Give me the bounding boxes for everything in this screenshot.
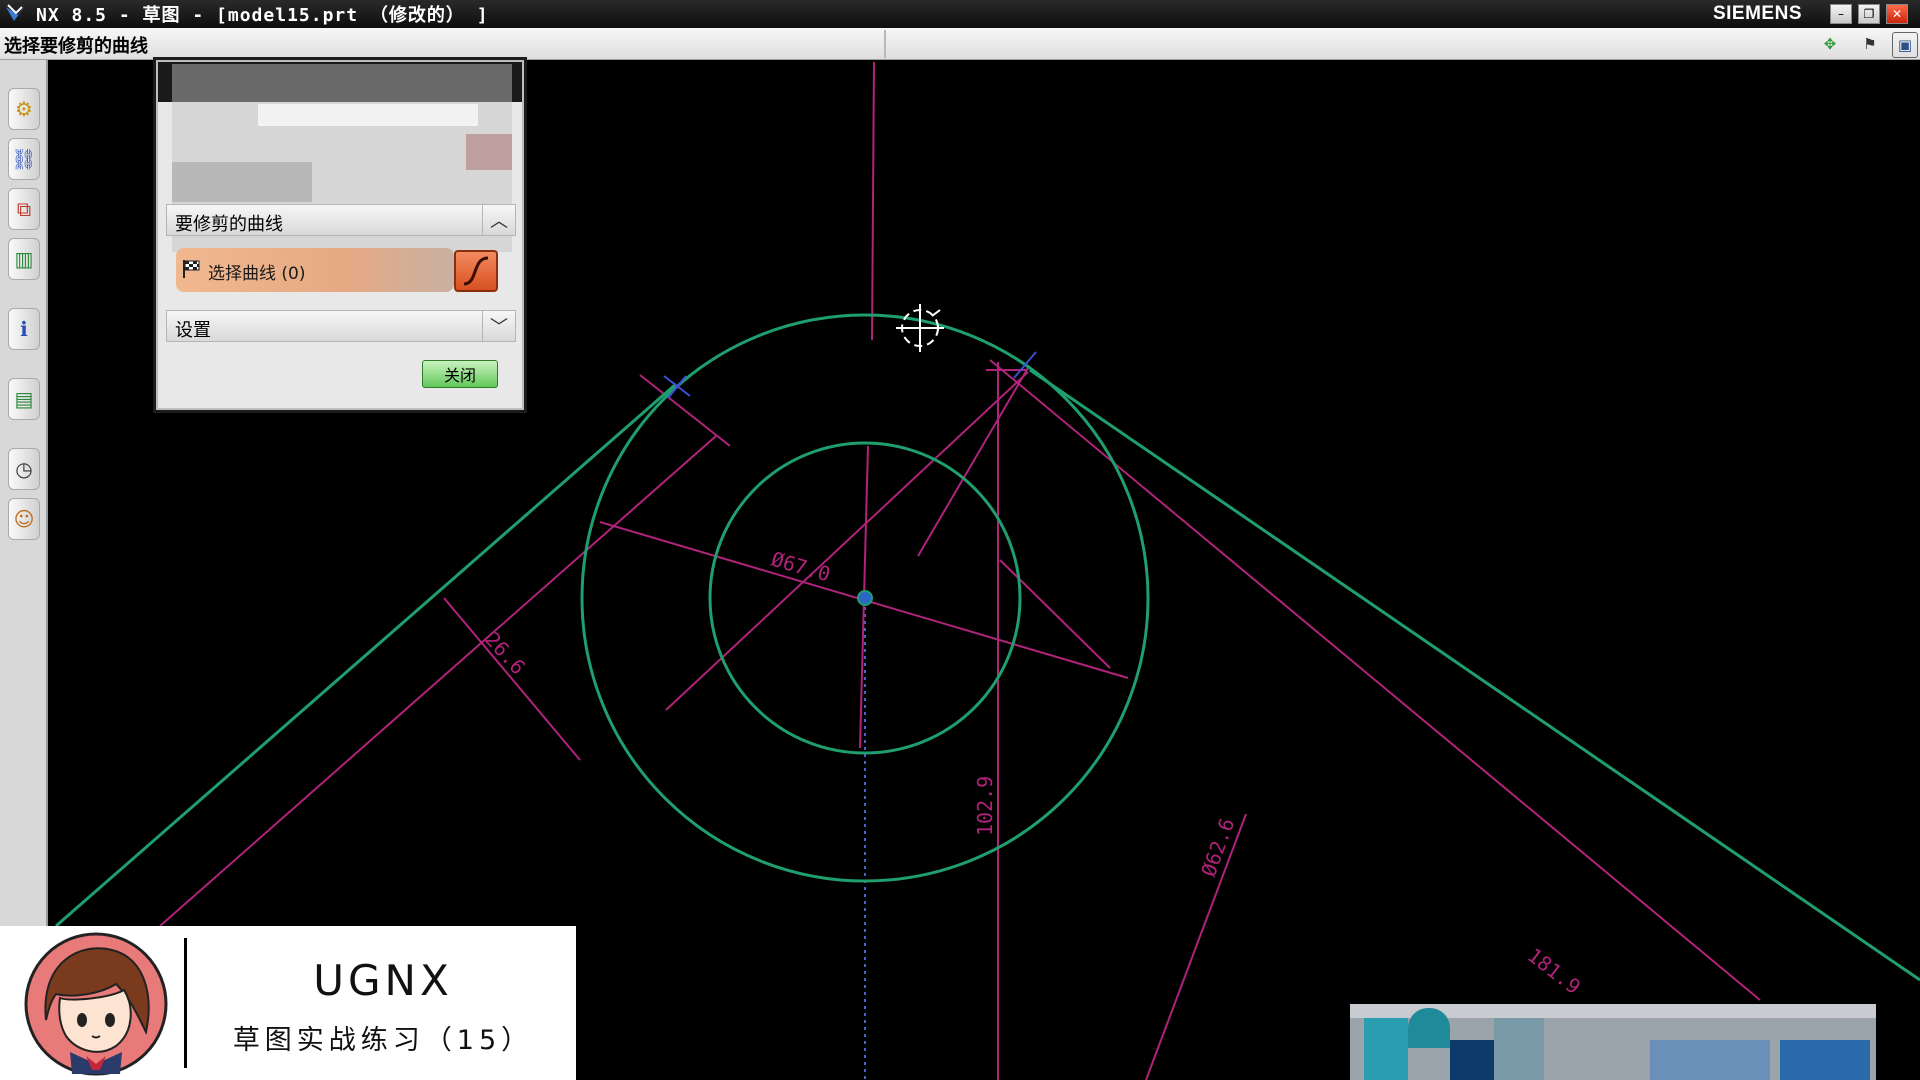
crosshair-cursor-icon <box>896 304 944 352</box>
resource-bar: ⚙ ⛓ ⧉ ▥ ℹ ▤ ◷ ☺ <box>0 60 48 926</box>
title-bar: NX 8.5 - 草图 - [model15.prt （修改的） ] SIEME… <box>0 0 1920 28</box>
constraint-navigator-icon[interactable]: ⛓ <box>8 138 40 180</box>
avatar <box>24 932 168 1076</box>
section-curves-to-trim[interactable]: 要修剪的曲线 ︿ <box>166 204 516 236</box>
blurred-region <box>258 104 478 126</box>
center-point <box>857 590 873 606</box>
roles-icon[interactable]: ☺ <box>8 498 40 540</box>
view-window-icon[interactable]: ▣ <box>1892 32 1918 58</box>
window-title: NX 8.5 - 草图 - [model15.prt （修改的） ] <box>36 5 489 26</box>
section-settings[interactable]: 设置 ﹀ <box>166 310 516 342</box>
section-curves-label: 要修剪的曲线 <box>175 214 283 235</box>
selection-flag-icon <box>183 260 200 278</box>
tangent-markers <box>663 351 1037 399</box>
minimize-button[interactable]: – <box>1830 4 1852 24</box>
finish-sketch-icon[interactable]: ⚑ <box>1858 32 1882 56</box>
blurred-region <box>172 162 312 202</box>
blurred-region <box>466 134 512 170</box>
trim-curve-dialog: 要修剪的曲线 ︿ 选择曲线 (0) 设置 ﹀ 关闭 <box>156 60 524 410</box>
dimension-text: 181.9 <box>1523 943 1585 999</box>
select-curve-label: 选择曲线 (0) <box>208 264 306 284</box>
section-settings-label: 设置 <box>175 320 211 341</box>
cue-text: 选择要修剪的曲线 <box>4 36 148 57</box>
collapse-up-icon[interactable]: ︿ <box>482 205 515 235</box>
brand-label: SIEMENS <box>1712 3 1802 24</box>
card-divider <box>184 938 187 1068</box>
selection-filter-icon[interactable]: ✥ <box>1818 32 1842 56</box>
cue-divider <box>884 30 886 58</box>
minimize-icon: – <box>1838 7 1844 21</box>
cue-line: 选择要修剪的曲线 ✥ ⚑ ▣ <box>0 28 1920 60</box>
assembly-navigator-icon[interactable]: ⚙ <box>8 88 40 130</box>
left-tangent-line <box>55 382 677 928</box>
history-clock-icon[interactable]: ◷ <box>8 448 40 490</box>
card-subtitle: 草图实战练习（15） <box>232 1025 534 1056</box>
expand-down-icon[interactable]: ﹀ <box>482 311 515 341</box>
select-curve-row[interactable]: 选择曲线 (0) <box>176 248 454 292</box>
right-tangent-line <box>1029 368 1920 982</box>
close-icon: ✕ <box>1891 7 1903 21</box>
close-button[interactable]: 关闭 <box>422 360 498 388</box>
restore-button[interactable]: ❐ <box>1858 4 1880 24</box>
web-browser-icon[interactable]: ℹ <box>8 308 40 350</box>
nx-logo-icon <box>6 4 26 21</box>
course-card: UGNX 草图实战练习（15） <box>0 926 576 1080</box>
blurred-overlay <box>1350 1004 1876 1080</box>
curve-rule-button[interactable] <box>454 250 498 292</box>
sketch-curves <box>55 313 1920 982</box>
blurred-region <box>172 64 512 102</box>
close-window-button[interactable]: ✕ <box>1886 4 1908 24</box>
history-palette-icon[interactable]: ▤ <box>8 378 40 420</box>
reuse-library-icon[interactable]: ▥ <box>8 238 40 280</box>
datum-axis-vertical <box>871 61 875 341</box>
part-navigator-icon[interactable]: ⧉ <box>8 188 40 230</box>
spline-curve-icon <box>463 256 489 286</box>
card-title: UGNX <box>313 956 453 1005</box>
restore-icon: ❐ <box>1863 7 1875 21</box>
dimension-text: 102.9 <box>973 776 997 836</box>
